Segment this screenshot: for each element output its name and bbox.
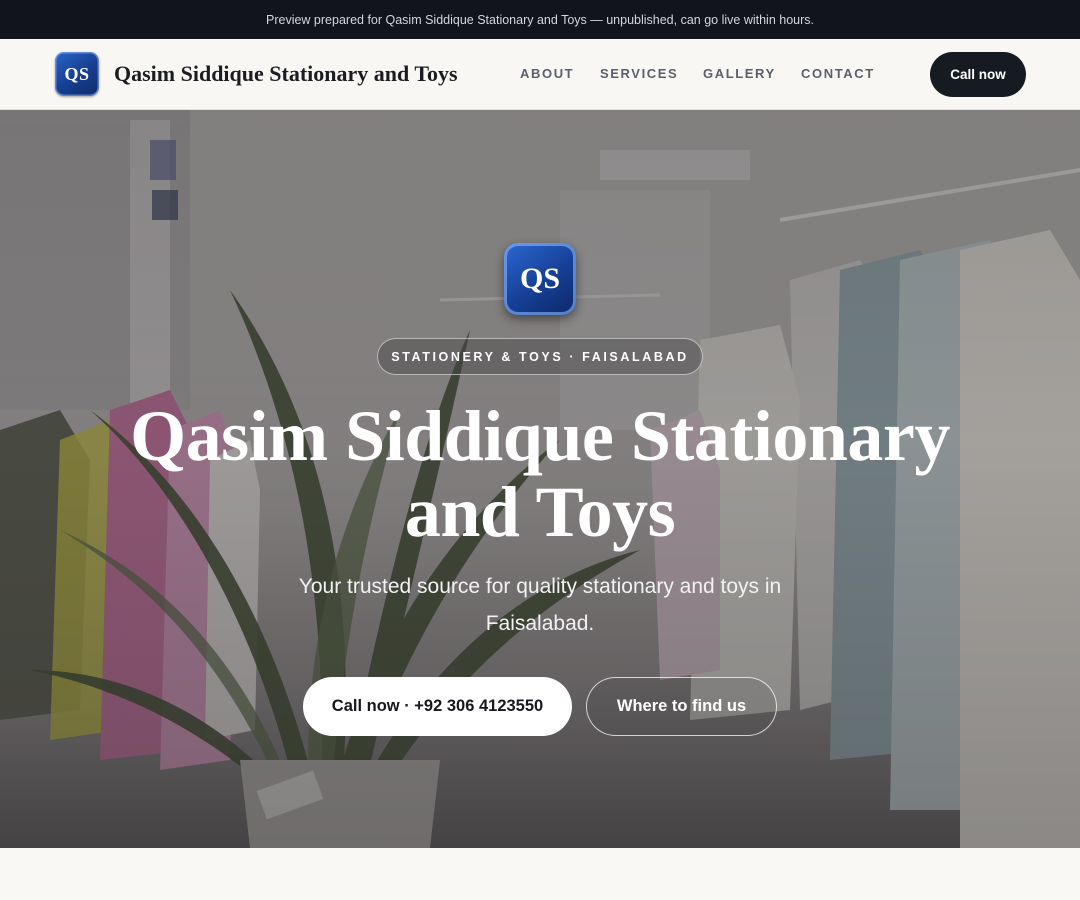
logo-initials: QS	[64, 63, 90, 84]
hero-eyebrow-pill: STATIONERY & TOYS · FAISALABAD	[377, 338, 703, 375]
call-now-button[interactable]: Call now	[930, 52, 1026, 97]
preview-announcement-bar: Preview prepared for Qasim Siddique Stat…	[0, 0, 1080, 39]
hero-call-button[interactable]: Call now · +92 306 4123550	[303, 677, 572, 736]
announcement-text: Preview prepared for Qasim Siddique Stat…	[266, 12, 814, 27]
site-header: QS Qasim Siddique Stationary and Toys AB…	[0, 39, 1080, 110]
nav-link-services[interactable]: SERVICES	[600, 66, 678, 81]
hero-title: Qasim Siddique Stationary and Toys	[90, 398, 990, 550]
where-to-find-us-button[interactable]: Where to find us	[586, 677, 777, 736]
nav-link-gallery[interactable]: GALLERY	[703, 66, 776, 81]
hero-title-line-2: and Toys	[404, 472, 676, 552]
nav-link-contact[interactable]: CONTACT	[801, 66, 875, 81]
hero-section: QS STATIONERY & TOYS · FAISALABAD Qasim …	[0, 110, 1080, 848]
nav-link-about[interactable]: ABOUT	[520, 66, 574, 81]
logo-icon[interactable]: QS	[55, 52, 99, 96]
hero-subtitle: Your trusted source for quality stationa…	[298, 575, 782, 635]
hero-logo-initials: QS	[519, 262, 561, 295]
hero-title-line-1: Qasim Siddique Stationary	[130, 396, 950, 476]
brand-name[interactable]: Qasim Siddique Stationary and Toys	[114, 61, 458, 87]
hero-logo-icon: QS	[504, 243, 576, 315]
